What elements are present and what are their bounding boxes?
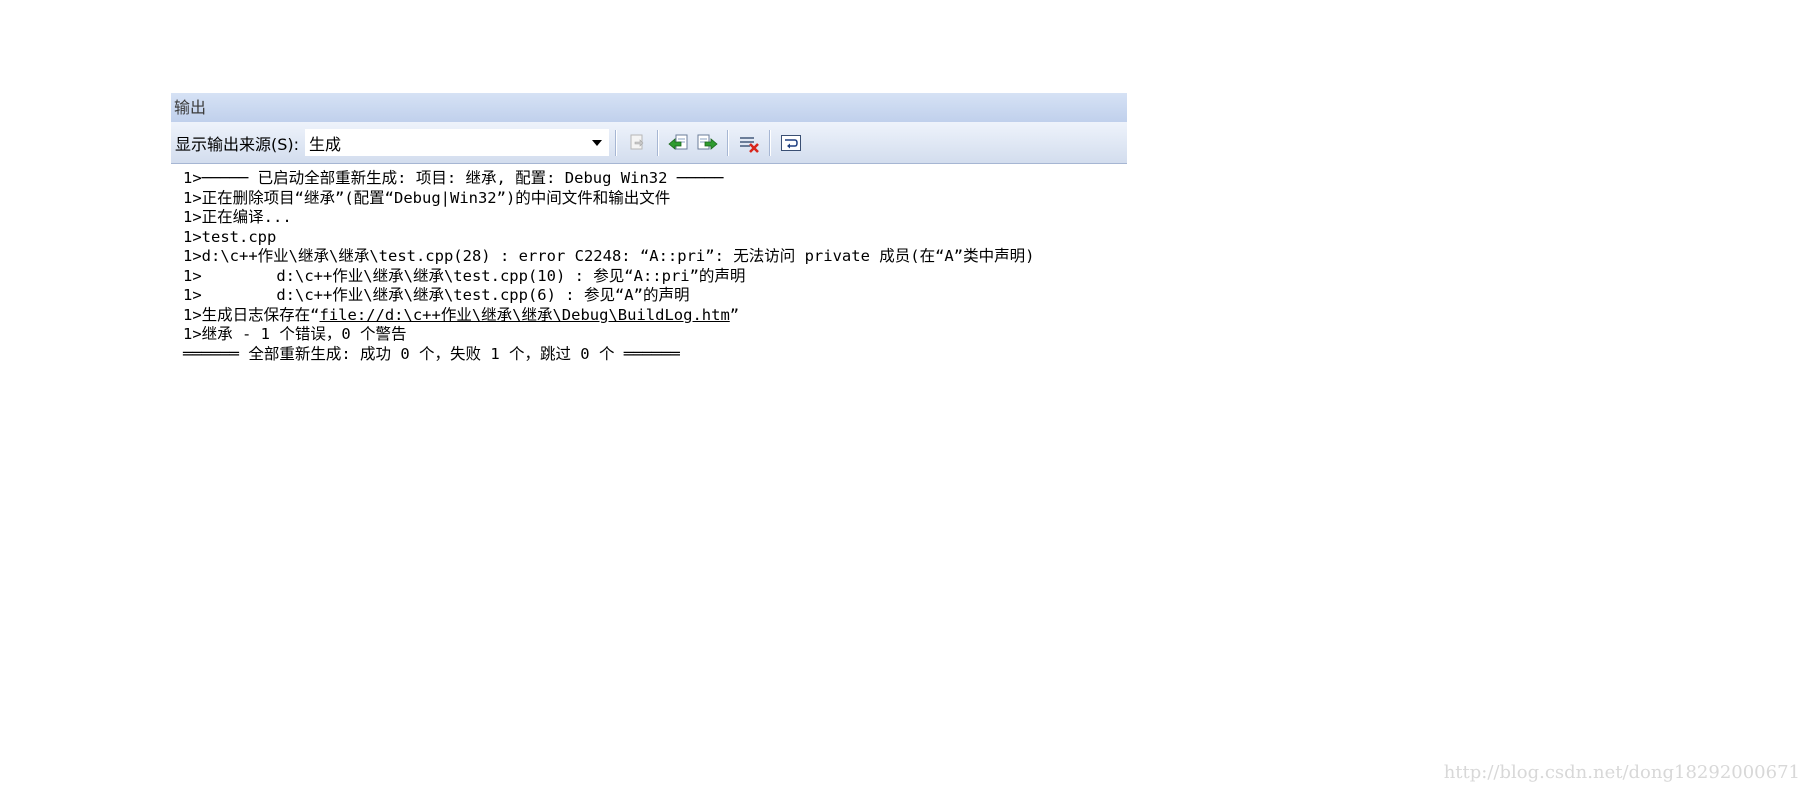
output-text-area[interactable]: 1>───── 已启动全部重新生成: 项目: 继承, 配置: Debug Win… bbox=[171, 164, 1127, 364]
chevron-down-icon[interactable] bbox=[586, 130, 608, 155]
previous-message-icon[interactable] bbox=[665, 129, 693, 157]
go-to-line-icon[interactable] bbox=[623, 129, 651, 157]
output-line-final: ══════ 全部重新生成: 成功 0 个，失败 1 个，跳过 0 个 ════… bbox=[183, 344, 680, 363]
output-line: 1>test.cpp bbox=[183, 227, 277, 246]
output-toolbar: 显示输出来源(S): 生成 bbox=[171, 122, 1127, 164]
buildlog-link[interactable]: file://d:\c++作业\继承\继承\Debug\BuildLog.htm bbox=[320, 306, 730, 324]
output-line: 1>───── 已启动全部重新生成: 项目: 继承, 配置: Debug Win… bbox=[183, 169, 724, 187]
source-label: 显示输出来源(S): bbox=[175, 134, 300, 154]
source-select[interactable]: 生成 bbox=[305, 129, 610, 156]
output-line: 1>正在编译... bbox=[183, 208, 292, 226]
toolbar-separator bbox=[727, 129, 730, 156]
buildlog-suffix: ” bbox=[729, 305, 740, 324]
next-message-icon[interactable] bbox=[693, 129, 721, 157]
output-line: 1>正在删除项目“继承”(配置“Debug|Win32”)的中间文件和输出文件 bbox=[183, 188, 671, 207]
output-window: 输出 显示输出来源(S): 生成 1>───── 已启动全部重新生成: 项目: … bbox=[171, 93, 1127, 363]
toolbar-separator bbox=[615, 129, 618, 156]
window-title: 输出 bbox=[171, 93, 1127, 122]
output-line-summary: 1>继承 - 1 个错误，0 个警告 bbox=[183, 325, 407, 343]
buildlog-prefix: 1>生成日志保存在“ bbox=[183, 305, 320, 324]
watermark: http://blog.csdn.net/dong18292000671 bbox=[1443, 762, 1800, 783]
output-line[interactable]: 1> d:\c++作业\继承\继承\test.cpp(10) : 参见“A::p… bbox=[183, 267, 1127, 287]
source-select-value: 生成 bbox=[309, 134, 342, 154]
output-line[interactable]: 1> d:\c++作业\继承\继承\test.cpp(6) : 参见“A”的声明 bbox=[183, 286, 1127, 306]
clear-all-icon[interactable] bbox=[735, 129, 763, 157]
toolbar-separator bbox=[769, 129, 772, 156]
output-line-error[interactable]: 1>d:\c++作业\继承\继承\test.cpp(28) : error C2… bbox=[183, 247, 1127, 267]
word-wrap-toggle-icon[interactable] bbox=[777, 129, 805, 157]
output-line-buildlog: 1>生成日志保存在“file://d:\c++作业\继承\继承\Debug\Bu… bbox=[183, 306, 1127, 326]
toolbar-separator bbox=[657, 129, 660, 156]
